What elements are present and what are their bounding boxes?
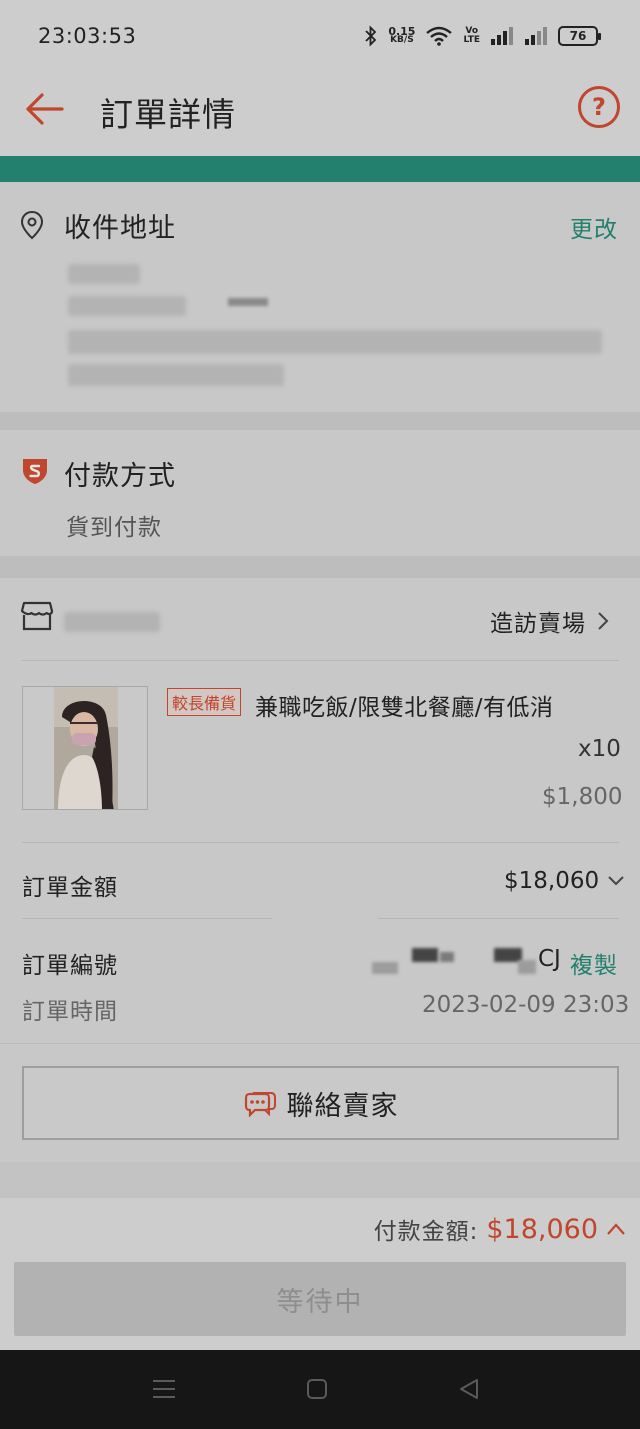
location-pin-icon: [20, 210, 44, 240]
product-name[interactable]: 兼職吃飯/限雙北餐廳/有低消: [255, 688, 554, 722]
volte-indicator: Vo LTE: [463, 26, 480, 45]
home-icon[interactable]: [306, 1378, 328, 1400]
payment-method: 貨到付款: [66, 515, 162, 541]
product-photo: [54, 687, 118, 809]
order-time-value: 2023-02-09 23:03: [422, 992, 630, 1018]
redacted-order-number: [372, 962, 398, 974]
back-triangle-icon[interactable]: [458, 1378, 480, 1400]
wifi-icon: [426, 26, 453, 46]
shield-s-icon: [23, 459, 47, 484]
copy-order-number-link[interactable]: 複製: [570, 946, 618, 980]
waiting-status-button[interactable]: 等待中: [14, 1262, 626, 1336]
page-title: 訂單詳情: [100, 95, 236, 134]
order-amount-label: 訂單金額: [22, 875, 118, 901]
chevron-down-icon: [608, 876, 624, 886]
system-nav-bar: [0, 1350, 640, 1429]
payment-title: 付款方式: [64, 461, 176, 492]
chat-bubble-icon: [244, 1092, 276, 1117]
person-photo-image: [54, 687, 118, 809]
product-quantity: x10: [578, 736, 621, 762]
visit-shop-link[interactable]: 造訪賣場: [490, 604, 610, 638]
order-time-label: 訂單時間: [22, 999, 118, 1025]
redacted-phone: [68, 296, 186, 316]
status-icons: 0.15 KB/S Vo LTE 76: [364, 22, 601, 50]
divider: [22, 842, 619, 843]
signal-icon: [491, 27, 513, 45]
chevron-up-icon: [607, 1223, 625, 1235]
divider: [378, 918, 619, 919]
menu-icon[interactable]: [152, 1378, 176, 1400]
change-address-link[interactable]: 更改: [570, 210, 618, 244]
status-time: 23:03:53: [38, 24, 137, 48]
redacted-phone-mark: [228, 298, 268, 306]
redacted-shop-name: [64, 612, 160, 632]
redacted-recipient-name: [68, 264, 140, 284]
section-separator: [0, 412, 640, 430]
back-arrow-icon[interactable]: [22, 86, 68, 132]
payment-section: 付款方式 貨到付款: [0, 430, 640, 556]
bluetooth-icon: [365, 25, 377, 47]
visit-shop-label: 造訪賣場: [490, 611, 586, 637]
divider: [22, 660, 619, 661]
redacted-order-number: [412, 948, 438, 962]
divider: [22, 918, 272, 919]
order-number-label: 訂單編號: [22, 953, 118, 979]
redacted-address-line-2: [68, 364, 284, 386]
contact-seller-button[interactable]: 聯絡賣家: [22, 1066, 619, 1140]
help-icon[interactable]: ?: [578, 86, 620, 128]
total-amount-value: $18,060: [486, 1213, 598, 1245]
status-bar: 23:03:53 0.15 KB/S Vo LTE 76: [0, 0, 640, 72]
long-preparation-badge: 較長備貨: [167, 688, 242, 716]
header: 訂單詳情 ?: [0, 72, 640, 156]
battery-indicator: 76: [558, 26, 601, 46]
store-icon: [20, 601, 54, 631]
total-amount-toggle[interactable]: 付款金額: $18,060: [374, 1212, 626, 1246]
order-number-suffix: CJ: [538, 946, 561, 972]
contact-seller-label: 聯絡賣家: [286, 1090, 399, 1122]
redacted-address-line-1: [68, 330, 602, 354]
product-thumbnail[interactable]: [22, 686, 148, 810]
section-separator: [0, 1162, 640, 1198]
total-amount-label: 付款金額:: [373, 1219, 479, 1245]
signal-2-icon: [525, 27, 547, 45]
status-progress-band: [0, 156, 640, 182]
product-price: $1,800: [542, 784, 623, 810]
order-amount-value: $18,060: [504, 868, 600, 894]
net-speed: 0.15 KB/S: [388, 25, 416, 45]
redacted-order-number: [440, 952, 454, 962]
section-separator: [0, 556, 640, 578]
address-section: 收件地址 更改: [0, 182, 640, 412]
address-title: 收件地址: [64, 213, 176, 244]
redacted-order-number: [518, 960, 536, 974]
chevron-right-icon: [598, 612, 609, 630]
order-amount-toggle[interactable]: $18,060: [504, 868, 625, 894]
